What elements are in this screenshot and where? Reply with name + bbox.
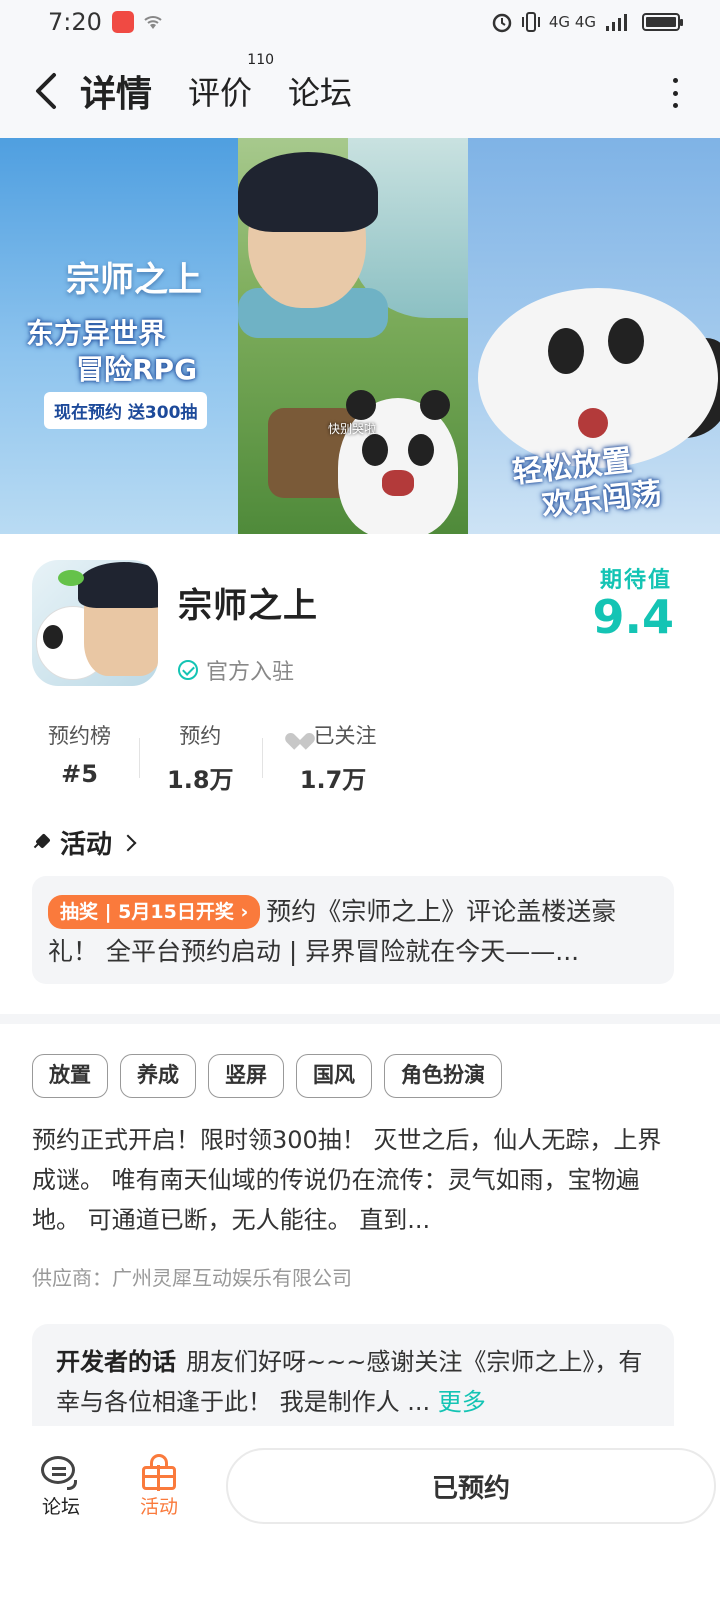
forum-button-label: 论坛 — [41, 1495, 80, 1518]
tag-item[interactable]: 竖屏 — [208, 1054, 284, 1098]
gallery-image-2[interactable]: 快别哭啦 — [238, 138, 468, 534]
expectation-score: 9.4 — [592, 590, 675, 644]
panda-mouth-illustration — [578, 408, 608, 438]
more-dot-icon — [672, 103, 678, 108]
game-description[interactable]: 预约正式开启！限时领300抽！ 灭世之后，仙人无踪，上界成谜。 唯有南天仙域的传… — [32, 1120, 682, 1240]
image-caption: 快别哭啦 — [328, 422, 377, 436]
banner-slogan: 轻松放置 欢乐闯荡 — [511, 441, 664, 528]
section-divider — [0, 1014, 720, 1024]
stat-reservations-label: 预约 — [179, 724, 222, 748]
stat-followers-value: 1.7万 — [299, 766, 367, 794]
panda-illustration — [338, 390, 458, 534]
activity-button-label: 活动 — [139, 1495, 178, 1518]
official-badge: 官方入驻 — [178, 654, 294, 686]
status-right: 4G 4G — [491, 11, 683, 33]
pin-icon — [32, 833, 52, 853]
activity-heading: 活动 — [60, 830, 113, 860]
stat-followers[interactable]: 已关注 1.7万 — [261, 720, 405, 795]
activity-card[interactable]: 抽奖 | 5月15日开奖 › 预约《宗师之上》评论盖楼送豪礼！ 全平台预约启动 |… — [32, 876, 674, 984]
gallery-image-1[interactable]: 宗师之上 东方异世界 冒险RPG 现在预约 送300抽 — [0, 138, 238, 534]
lottery-tag: 抽奖 | 5月15日开奖 › — [48, 895, 261, 929]
tab-reviews-label: 评价 — [188, 74, 253, 112]
reviews-count: 110 — [247, 52, 275, 68]
genre-tags: 放置 养成 竖屏 国风 角色扮演 — [32, 1054, 502, 1098]
tag-item[interactable]: 放置 — [32, 1054, 108, 1098]
alarm-icon — [492, 13, 512, 33]
developer-note-label: 开发者的话 — [56, 1348, 176, 1376]
banner-title: 东方异世界 冒险RPG — [26, 316, 197, 388]
supplier-info: 供应商：广州灵犀互动娱乐有限公司 — [32, 1266, 352, 1290]
stat-rank-label: 预约榜 — [48, 724, 111, 748]
forum-button[interactable]: 论坛 — [24, 1454, 98, 1519]
tab-details-label: 详情 — [80, 74, 153, 115]
signal-icon — [606, 14, 627, 31]
stat-followers-label-row: 已关注 — [290, 720, 377, 750]
forum-chat-icon — [41, 1454, 81, 1490]
activity-button[interactable]: 活动 — [122, 1453, 196, 1519]
tag-item[interactable]: 国风 — [296, 1054, 372, 1098]
gallery-image-3[interactable]: 轻松放置 欢乐闯荡 — [468, 138, 720, 534]
stat-rank-value: #5 — [61, 760, 98, 788]
status-bar: 7:20 4G 4G — [0, 0, 720, 44]
status-time: 7:20 — [48, 8, 102, 36]
signal-text: 4G 4G — [548, 13, 596, 31]
verified-check-icon — [178, 660, 198, 680]
developer-note-card[interactable]: 开发者的话 朋友们好呀~~~感谢关注《宗师之上》，有幸与各位相逢于此！ 我是制作人… — [32, 1324, 674, 1434]
screenshot-gallery[interactable]: 宗师之上 东方异世界 冒险RPG 现在预约 送300抽 快别哭啦 轻松放置 欢乐… — [0, 138, 720, 534]
more-dot-icon — [672, 90, 678, 96]
app-notification-icon — [111, 11, 134, 33]
tab-forum[interactable]: 论坛 — [288, 68, 352, 114]
chevron-right-icon — [119, 834, 137, 851]
stat-reservations-value: 1.8万 — [167, 766, 234, 794]
back-button[interactable] — [0, 44, 80, 138]
banner-title-line2: 冒险RPG — [76, 353, 198, 386]
tag-item[interactable]: 角色扮演 — [384, 1054, 502, 1098]
official-label: 官方入驻 — [206, 660, 295, 685]
game-logo-text: 宗师之上 — [66, 260, 202, 300]
app-icon — [32, 560, 158, 686]
tag-item[interactable]: 养成 — [120, 1054, 196, 1098]
activity-content: 抽奖 | 5月15日开奖 › 预约《宗师之上》评论盖楼送豪礼！ 全平台预约启动 |… — [48, 892, 658, 972]
reserved-button[interactable]: 已预约 — [226, 1448, 716, 1524]
stat-reservations: 预约 1.8万 — [139, 720, 262, 795]
game-title: 宗师之上 — [178, 586, 318, 626]
banner-badge: 现在预约 送300抽 — [44, 392, 208, 429]
back-arrow-icon — [36, 73, 56, 109]
more-options-button[interactable] — [670, 78, 680, 108]
vibrate-icon — [521, 12, 540, 32]
activity-section-header[interactable]: 活动 — [32, 824, 137, 861]
stat-rank[interactable]: 预约榜 #5 — [32, 720, 139, 795]
wifi-icon — [144, 16, 162, 29]
bottom-action-bar: 论坛 活动 已预约 — [0, 1426, 720, 1546]
stats-row: 预约榜 #5 预约 1.8万 已关注 1.7万 — [32, 720, 405, 795]
flying-panda-illustration — [478, 288, 718, 468]
heart-icon — [290, 726, 310, 744]
tab-reviews[interactable]: 评价 110 — [188, 52, 274, 114]
gift-icon — [140, 1453, 178, 1491]
tab-details[interactable]: 详情 — [76, 65, 157, 123]
top-nav: 详情 评价 110 论坛 — [0, 44, 720, 138]
tab-forum-label: 论坛 — [288, 74, 353, 112]
boy-hair-illustration — [238, 152, 378, 232]
battery-icon — [642, 13, 683, 31]
more-dot-icon — [672, 78, 678, 83]
banner-title-line1: 东方异世界 — [26, 317, 167, 350]
stat-followers-label: 已关注 — [313, 724, 377, 748]
more-link[interactable]: 更多 — [438, 1388, 486, 1416]
